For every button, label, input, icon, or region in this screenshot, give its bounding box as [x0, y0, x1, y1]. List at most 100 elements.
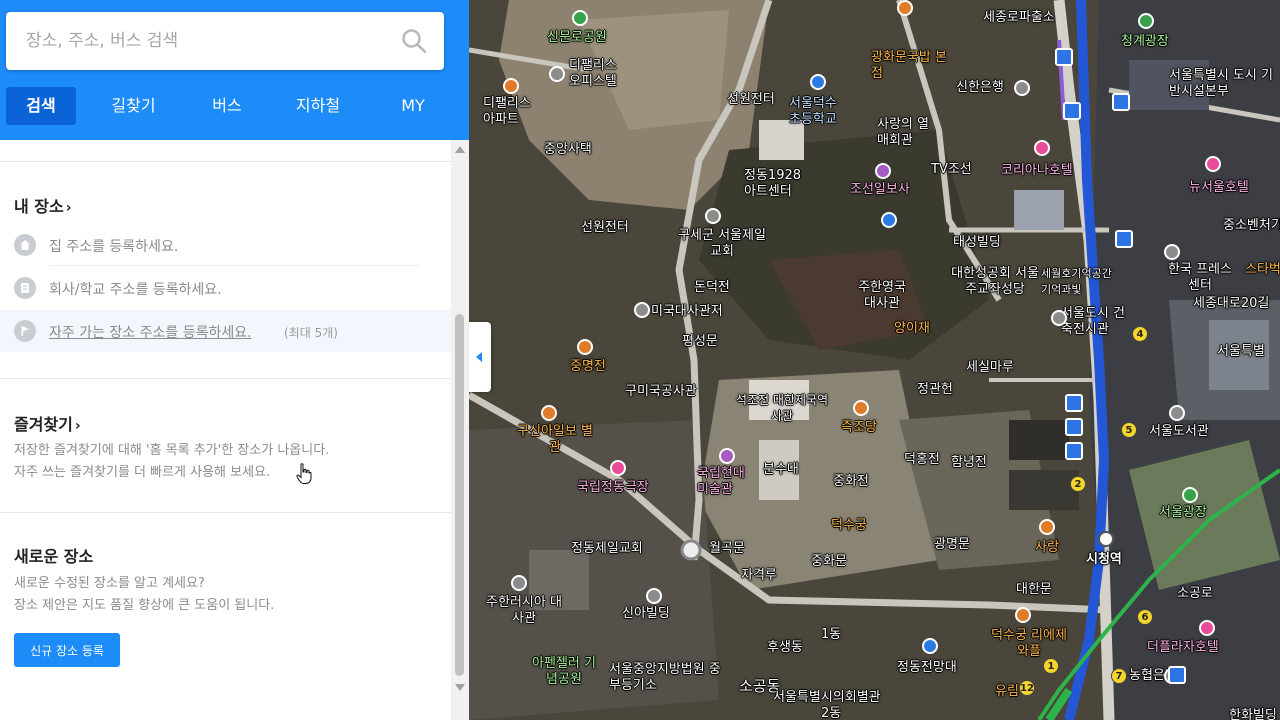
- museum-pin-icon[interactable]: [719, 448, 735, 464]
- map-label[interactable]: 국립현대 미술관: [697, 466, 755, 498]
- map-label[interactable]: 정동제일교회: [571, 541, 643, 557]
- building-pin-icon[interactable]: [1051, 310, 1067, 326]
- building-pin-icon[interactable]: [646, 588, 662, 604]
- restaurant-pin-icon[interactable]: [897, 0, 913, 16]
- map-label[interactable]: 한화빌딩: [1229, 708, 1277, 720]
- map-label[interactable]: 평성문: [682, 334, 718, 350]
- subway-exit-4-icon[interactable]: 4: [1132, 326, 1148, 342]
- favorites-title-text[interactable]: 즐겨찾기: [14, 415, 73, 434]
- search-input[interactable]: [6, 12, 396, 70]
- my-place-office-text[interactable]: 회사/학교 주소를 등록하세요.: [49, 279, 222, 299]
- bus-stop-icon[interactable]: [1063, 102, 1081, 120]
- map-label[interactable]: 서울중앙지방법원 중부등기소: [609, 662, 729, 694]
- bank-pin-icon[interactable]: [1014, 80, 1030, 96]
- map-label[interactable]: 코리아나호텔: [1001, 163, 1073, 179]
- building-pin-icon[interactable]: [541, 405, 557, 421]
- embassy-pin-icon[interactable]: [634, 302, 650, 318]
- park-pin-icon[interactable]: [1182, 487, 1198, 503]
- bus-stop-icon[interactable]: [1065, 394, 1083, 412]
- map-label[interactable]: 디팰리스 오피스텔: [569, 58, 629, 90]
- map-label[interactable]: 대한문: [1016, 582, 1052, 598]
- palace-pin-icon[interactable]: [853, 400, 869, 416]
- favorites-title[interactable]: 즐겨찾기 ›: [14, 411, 81, 435]
- map-label[interactable]: 스타벅스: [1245, 262, 1280, 278]
- map-label[interactable]: 중명전: [570, 359, 606, 375]
- scroll-up-arrow-icon[interactable]: [455, 146, 465, 153]
- register-new-place-button[interactable]: 신규 장소 등록: [14, 633, 120, 667]
- building-pin-icon[interactable]: [1164, 244, 1180, 260]
- subway-exit-12-icon[interactable]: 12: [1019, 680, 1035, 696]
- tab-subway[interactable]: 지하철: [263, 87, 373, 125]
- cafe-pin-icon[interactable]: [1039, 519, 1055, 535]
- culture-pin-icon[interactable]: [875, 163, 891, 179]
- map-label[interactable]: 신한은행: [956, 80, 1004, 96]
- scrollbar-thumb[interactable]: [455, 314, 464, 676]
- bus-stop-icon[interactable]: [1168, 666, 1186, 684]
- map-label[interactable]: 더플라자호텔: [1147, 640, 1219, 656]
- my-place-frequent[interactable]: 자주 가는 장소 주소를 등록하세요. (최대 5개): [0, 310, 451, 352]
- my-place-home-text[interactable]: 집 주소를 등록하세요.: [49, 236, 178, 256]
- map-label[interactable]: 주한영국 대사관: [851, 280, 913, 312]
- bus-stop-icon[interactable]: [1065, 418, 1083, 436]
- map-label[interactable]: 즉조당: [841, 420, 877, 436]
- subway-exit-7-icon[interactable]: 7: [1111, 668, 1127, 684]
- my-place-frequent-text[interactable]: 자주 가는 장소 주소를 등록하세요.: [49, 322, 252, 342]
- embassy-pin-icon[interactable]: [511, 575, 527, 591]
- map-label[interactable]: 광명문: [934, 537, 970, 553]
- map-label[interactable]: 대한성공회 서울주교좌성당: [947, 266, 1043, 298]
- map-label[interactable]: 세종대로20길: [1193, 296, 1269, 312]
- subway-exit-6-icon[interactable]: 6: [1137, 609, 1153, 625]
- school-pin-icon[interactable]: [810, 74, 826, 90]
- map-label[interactable]: 뉴서울호텔: [1189, 180, 1249, 196]
- map-label[interactable]: 세종로파출소: [983, 10, 1055, 26]
- map-label[interactable]: 서울특별: [1217, 344, 1265, 360]
- map-label[interactable]: 양이재: [894, 321, 930, 337]
- map-label[interactable]: 서울특별시의회별관: [773, 690, 881, 706]
- map-label[interactable]: 중화문: [811, 554, 847, 570]
- my-places-title-text[interactable]: 내 장소: [14, 197, 64, 216]
- map-label-station[interactable]: 시청역: [1086, 552, 1122, 568]
- map-label[interactable]: 선원전터: [581, 220, 629, 236]
- map-label[interactable]: 한국 프레스센터: [1165, 262, 1235, 294]
- map-label[interactable]: 소공로: [1177, 586, 1213, 602]
- hotel-pin-icon[interactable]: [1205, 156, 1221, 172]
- subway-station-icon[interactable]: [1098, 531, 1114, 547]
- map-label[interactable]: 정관헌: [917, 382, 953, 398]
- map-label[interactable]: 세월호기억공간 기억과빛: [1041, 266, 1121, 298]
- bus-stop-icon[interactable]: [1055, 48, 1073, 66]
- map-label[interactable]: 석조전 대한제국역사관: [734, 392, 830, 424]
- building-pin-icon[interactable]: [503, 78, 519, 94]
- map-label[interactable]: 신아빌딩: [622, 606, 670, 622]
- map-label[interactable]: 신문로공원: [547, 30, 607, 46]
- map-label[interactable]: 선원전터: [727, 92, 775, 108]
- map-label[interactable]: 국립정동극장: [577, 480, 649, 496]
- map-label[interactable]: 월곡문: [709, 541, 745, 557]
- hotel-pin-icon[interactable]: [1199, 620, 1215, 636]
- tab-my[interactable]: MY: [373, 87, 453, 125]
- satellite-map[interactable]: 신문로공원 디팰리스 오피스텔 디팰리스 아파트 중앙사택 선원전터 선원전터 …: [469, 0, 1280, 720]
- map-label[interactable]: 덕수궁 리에제와플: [989, 628, 1069, 660]
- subway-exit-5-icon[interactable]: 5: [1121, 422, 1137, 438]
- map-label[interactable]: 후생동: [767, 640, 803, 656]
- scroll-down-arrow-icon[interactable]: [455, 684, 465, 691]
- map-label[interactable]: 서울덕수 초등학교: [789, 96, 847, 128]
- map-label[interactable]: 세실마루: [966, 360, 1014, 376]
- map-label[interactable]: 자격루: [741, 568, 777, 584]
- park-pin-icon[interactable]: [1138, 13, 1154, 29]
- map-label[interactable]: 청계광장: [1121, 34, 1169, 50]
- map-label[interactable]: 주한러시아 대사관: [486, 595, 562, 627]
- building-pin-icon[interactable]: [549, 66, 565, 82]
- park-pin-icon[interactable]: [572, 10, 588, 26]
- map-label[interactable]: 유림: [995, 684, 1019, 700]
- my-place-home[interactable]: 집 주소를 등록하세요.: [0, 224, 451, 266]
- map-label[interactable]: 중화전: [833, 474, 869, 490]
- palace-pin-icon[interactable]: [577, 339, 593, 355]
- map-label[interactable]: 광화문국밥 본점: [871, 50, 949, 82]
- map-label[interactable]: 디팰리스 아파트: [483, 96, 543, 128]
- map-label[interactable]: 분수대: [763, 462, 799, 478]
- map-label[interactable]: 사랑: [1035, 540, 1059, 556]
- my-place-office[interactable]: 회사/학교 주소를 등록하세요.: [0, 267, 451, 309]
- library-pin-icon[interactable]: [1169, 405, 1185, 421]
- map-label[interactable]: 태성빌딩: [953, 235, 1001, 251]
- map-label[interactable]: 2동: [821, 706, 841, 720]
